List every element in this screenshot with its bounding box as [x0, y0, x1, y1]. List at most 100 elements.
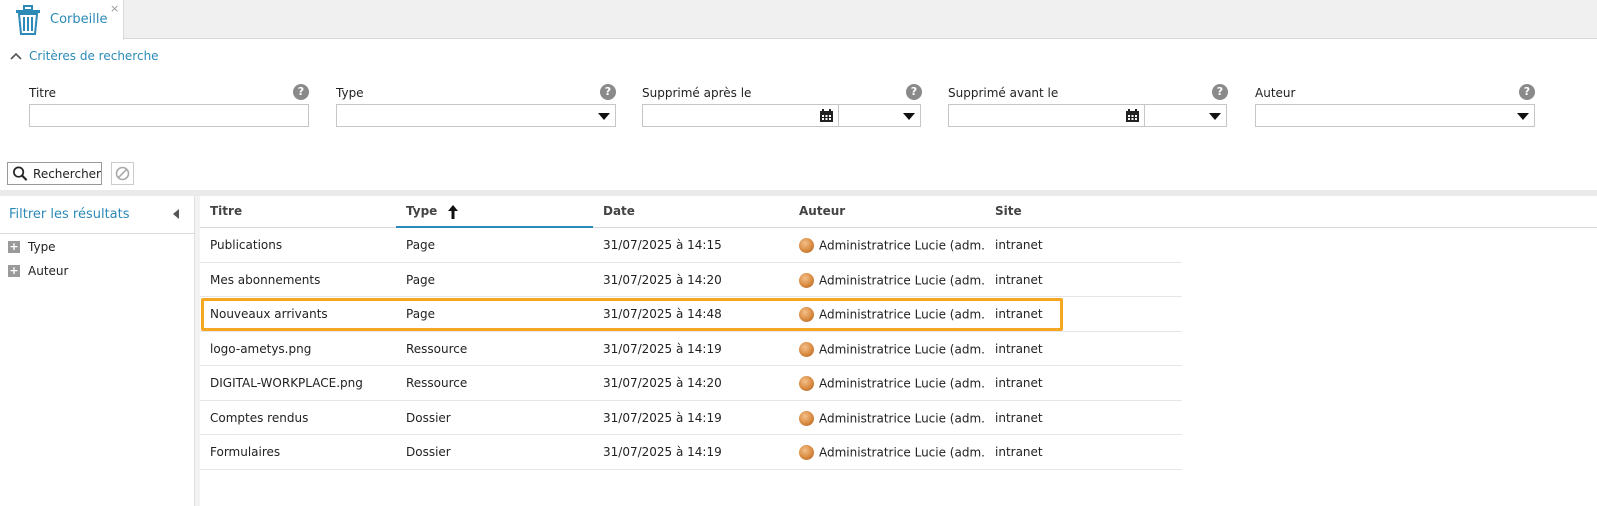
- table-row[interactable]: logo-ametys.png Ressource 31/07/2025 à 14:…: [200, 332, 1182, 366]
- cell-site: intranet: [995, 445, 1043, 459]
- cell-date: 31/07/2025 à 14:19: [603, 341, 722, 356]
- cell-date: 31/07/2025 à 14:19: [603, 410, 722, 425]
- column-header-auteur[interactable]: Auteur: [789, 196, 985, 228]
- cell-auteur: Administratrice Lucie (adm...: [789, 297, 985, 331]
- criteria-toggle[interactable]: Critères de recherche: [9, 49, 159, 63]
- column-header-date[interactable]: Date: [593, 196, 789, 228]
- before-date-input[interactable]: [948, 104, 1145, 127]
- cell-site: intranet: [995, 238, 1043, 252]
- filter-panel: Filtrer les résultats + Type + Auteur: [0, 196, 195, 506]
- expand-icon[interactable]: +: [8, 241, 20, 253]
- cell-titre: Publications: [210, 238, 283, 252]
- cell-titre: Formulaires: [210, 445, 281, 459]
- search-button-label: Rechercher: [33, 166, 101, 181]
- cell-auteur: Administratrice Lucie (adm...: [789, 401, 985, 435]
- table-row[interactable]: Mes abonnements Page 31/07/2025 à 14:20 Adm…: [200, 263, 1182, 297]
- column-header-titre[interactable]: Titre: [200, 196, 396, 228]
- avatar: [799, 341, 814, 357]
- table-row[interactable]: DIGITAL-WORKPLACE.png Ressource 31/07/2025…: [200, 366, 1182, 401]
- author-name: Administratrice Lucie (adm...: [819, 445, 985, 460]
- auteur-label: Auteur: [1255, 86, 1296, 100]
- cell-titre: Comptes rendus: [210, 410, 309, 425]
- before-time-select[interactable]: [1144, 104, 1227, 127]
- dropdown-arrow-icon[interactable]: [598, 113, 610, 120]
- collapse-left-icon[interactable]: [173, 209, 179, 219]
- after-label: Supprimé après le: [642, 86, 752, 100]
- help-icon[interactable]: ?: [293, 84, 309, 100]
- cell-titre: DIGITAL-WORKPLACE.png: [210, 376, 363, 390]
- table-row[interactable]: Formulaires Dossier 31/07/2025 à 14:19 Admi…: [200, 435, 1182, 470]
- dropdown-arrow-icon[interactable]: [903, 113, 915, 120]
- trash-icon: [16, 5, 40, 35]
- cell-date: 31/07/2025 à 14:48: [603, 307, 722, 321]
- grid-body: Publications Page 31/07/2025 à 14:15 Admini…: [200, 228, 1182, 470]
- clear-icon: [115, 166, 130, 181]
- filter-item-label: Auteur: [28, 264, 69, 278]
- cell-auteur: Administratrice Lucie (adm...: [789, 228, 985, 262]
- cell-titre: logo-ametys.png: [210, 341, 312, 356]
- cell-auteur: Administratrice Lucie (adm...: [789, 332, 985, 366]
- cell-date: 31/07/2025 à 14:15: [603, 238, 722, 252]
- author-name: Administratrice Lucie (adm...: [819, 411, 985, 425]
- author-name: Administratrice Lucie (adm...: [819, 238, 985, 253]
- filter-item-auteur[interactable]: + Auteur: [8, 264, 68, 278]
- calendar-icon[interactable]: [819, 108, 834, 123]
- results-grid: Titre Type Date Auteur Site Publications…: [200, 196, 1597, 506]
- auteur-select[interactable]: [1255, 104, 1535, 127]
- cell-auteur: Administratrice Lucie (adm...: [789, 435, 985, 469]
- column-header-site[interactable]: Site: [985, 196, 1181, 228]
- avatar: [799, 410, 814, 426]
- cell-type: Page: [406, 272, 436, 287]
- tab-bar: Corbeille ×: [0, 0, 1597, 40]
- help-icon[interactable]: ?: [1212, 84, 1228, 100]
- cell-type: Ressource: [406, 341, 468, 356]
- sort-ascending-icon: [447, 204, 458, 219]
- avatar: [799, 238, 814, 253]
- cell-titre: Mes abonnements: [210, 272, 321, 287]
- titre-label: Titre: [29, 86, 57, 100]
- cell-auteur: Administratrice Lucie (adm...: [789, 263, 985, 297]
- author-name: Administratrice Lucie (adm...: [819, 376, 985, 391]
- type-select[interactable]: [336, 104, 616, 127]
- cell-site: intranet: [995, 410, 1043, 425]
- cell-date: 31/07/2025 à 14:19: [603, 445, 722, 459]
- cell-site: intranet: [995, 376, 1043, 390]
- avatar: [799, 272, 814, 288]
- cell-type: Ressource: [406, 376, 468, 390]
- cell-date: 31/07/2025 à 14:20: [603, 272, 722, 287]
- cell-type: Dossier: [406, 445, 451, 459]
- titre-input[interactable]: [29, 104, 309, 127]
- help-icon[interactable]: ?: [1519, 84, 1535, 100]
- dropdown-arrow-icon[interactable]: [1517, 113, 1529, 120]
- search-icon: [13, 166, 28, 181]
- filter-item-type[interactable]: + Type: [8, 240, 56, 254]
- cell-type: Page: [406, 307, 436, 321]
- cell-type: Dossier: [406, 410, 451, 425]
- help-icon[interactable]: ?: [906, 84, 922, 100]
- tab-label: Corbeille: [50, 12, 108, 27]
- table-row[interactable]: Nouveaux arrivants Page 31/07/2025 à 14:48…: [200, 297, 1182, 332]
- after-time-select[interactable]: [838, 104, 921, 127]
- column-header-type[interactable]: Type: [396, 196, 593, 228]
- cell-site: intranet: [995, 272, 1043, 287]
- criteria-toggle-label: Critères de recherche: [29, 49, 159, 63]
- after-date-input[interactable]: [642, 104, 839, 127]
- cell-titre: Nouveaux arrivants: [210, 307, 328, 321]
- chevron-up-icon: [10, 52, 22, 60]
- reset-button[interactable]: [111, 162, 134, 185]
- search-button[interactable]: Rechercher: [7, 162, 102, 185]
- dropdown-arrow-icon[interactable]: [1209, 113, 1221, 120]
- help-icon[interactable]: ?: [600, 84, 616, 100]
- table-row[interactable]: Comptes rendus Dossier 31/07/2025 à 14:19 A…: [200, 401, 1182, 435]
- filter-item-label: Type: [28, 240, 56, 254]
- column-header-label: Type: [406, 204, 438, 218]
- avatar: [799, 445, 814, 460]
- expand-icon[interactable]: +: [8, 265, 20, 277]
- filter-title: Filtrer les résultats: [9, 207, 130, 222]
- calendar-icon[interactable]: [1125, 108, 1140, 123]
- table-row[interactable]: Publications Page 31/07/2025 à 14:15 Admini…: [200, 228, 1182, 263]
- tab-close-icon[interactable]: ×: [110, 2, 119, 15]
- tab-corbeille[interactable]: Corbeille ×: [0, 0, 124, 40]
- cell-auteur: Administratrice Lucie (adm...: [789, 366, 985, 400]
- type-label: Type: [336, 86, 364, 100]
